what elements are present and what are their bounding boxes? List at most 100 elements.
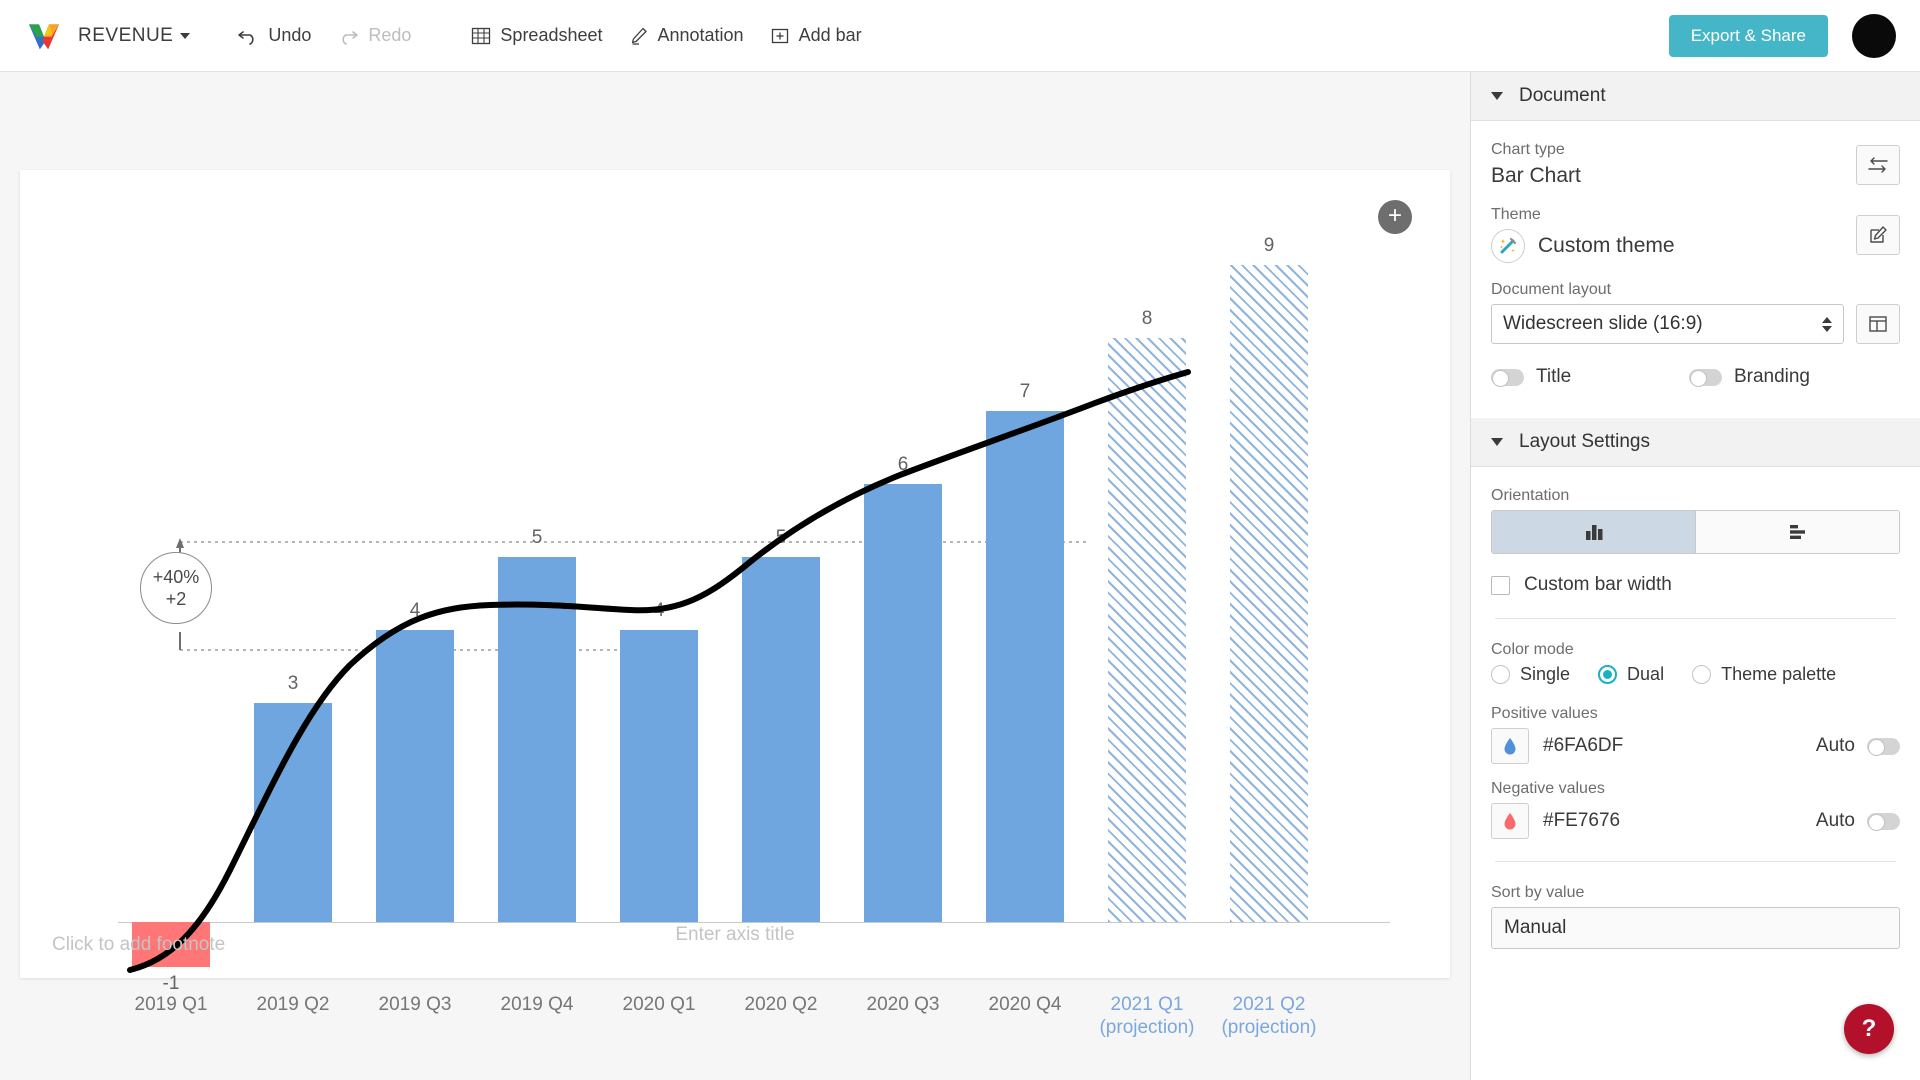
bar-3[interactable] [498, 557, 576, 922]
positive-values-label: Positive values [1491, 705, 1900, 723]
undo-button[interactable]: Undo [224, 19, 324, 52]
x-axis-label-8[interactable]: 2021 Q1(projection) [1087, 994, 1207, 1040]
theme-value: Custom theme [1538, 234, 1675, 258]
bar-value-label-3: 5 [498, 527, 576, 549]
bar-value-label-7: 7 [986, 381, 1064, 403]
document-layout-label: Document layout [1491, 281, 1900, 299]
document-layout-select[interactable]: Widescreen slide (16:9) [1491, 304, 1844, 344]
add-bar-label: Add bar [799, 25, 862, 46]
x-axis-label-line: 2020 Q1 [599, 994, 719, 1017]
edit-square-icon [1867, 224, 1889, 246]
edit-theme-button[interactable] [1856, 215, 1900, 255]
document-title-text: REVENUE [78, 25, 173, 47]
stepper-arrows-icon [1822, 317, 1832, 332]
custom-bar-width-label: Custom bar width [1524, 574, 1672, 596]
bar-value-label-0: -1 [132, 973, 210, 995]
vizzlo-v-logo [24, 16, 64, 56]
theme-label: Theme [1491, 206, 1675, 224]
swap-arrows-icon[interactable] [1856, 145, 1900, 185]
swap-arrows-glyph [1866, 155, 1890, 175]
positive-color-hex: #6FA6DF [1543, 735, 1623, 757]
x-axis-label-3[interactable]: 2019 Q4 [477, 994, 597, 1017]
bar-1[interactable] [254, 703, 332, 922]
color-mode-option-dual[interactable] [1598, 665, 1617, 684]
chart-type-value: Bar Chart [1491, 164, 1581, 188]
x-axis-label-7[interactable]: 2020 Q4 [965, 994, 1085, 1017]
x-axis-label-line: 2019 Q3 [355, 994, 475, 1017]
avatar[interactable] [1852, 14, 1896, 58]
negative-auto-toggle[interactable] [1867, 813, 1900, 830]
bar-value-label-6: 6 [864, 454, 942, 476]
annotation-label: Annotation [658, 25, 744, 46]
horizontal-bars-icon [1785, 521, 1811, 543]
section-header-layout-settings[interactable]: Layout Settings [1471, 418, 1920, 467]
document-section-body: Chart type Bar Chart Theme [1471, 121, 1920, 418]
title-toggle[interactable] [1491, 369, 1524, 386]
chart-type-label: Chart type [1491, 141, 1581, 159]
droplet-icon-negative [1502, 811, 1518, 831]
spreadsheet-button[interactable]: Spreadsheet [458, 19, 615, 52]
document-layout-group: Document layout Widescreen slide (16:9) [1491, 281, 1900, 344]
bar-6[interactable] [864, 484, 942, 922]
document-title-menu[interactable]: REVENUE [78, 25, 190, 47]
undo-icon [237, 26, 259, 46]
bar-4[interactable] [620, 630, 698, 922]
add-bar-button[interactable]: Add bar [757, 19, 875, 52]
x-axis-label-5[interactable]: 2020 Q2 [721, 994, 841, 1017]
bar-5[interactable] [742, 557, 820, 922]
vertical-bars-icon [1581, 521, 1607, 543]
x-axis-label-line: 2019 Q1 [111, 994, 231, 1017]
help-button[interactable]: ? [1844, 1004, 1894, 1054]
positive-color-swatch-button[interactable] [1491, 728, 1529, 764]
x-axis-label-4[interactable]: 2020 Q1 [599, 994, 719, 1017]
branding-toggle[interactable] [1689, 369, 1722, 386]
bar-value-label-8: 8 [1108, 308, 1186, 330]
orientation-label: Orientation [1491, 487, 1900, 505]
droplet-icon-positive [1502, 736, 1518, 756]
redo-label: Redo [368, 25, 411, 46]
positive-values-row: #6FA6DF Auto [1491, 728, 1900, 764]
redo-button[interactable]: Redo [324, 19, 424, 52]
x-axis-label-line: 2019 Q4 [477, 994, 597, 1017]
color-mode-option-theme-palette[interactable] [1692, 665, 1711, 684]
x-axis-label-6[interactable]: 2020 Q3 [843, 994, 963, 1017]
custom-bar-width-checkbox[interactable] [1491, 576, 1510, 595]
chart-canvas[interactable]: + +40% +2 -1345456789 [20, 170, 1450, 978]
section-header-document[interactable]: Document [1471, 72, 1920, 121]
workspace: + +40% +2 -1345456789 [0, 72, 1470, 1080]
x-axis-label-0[interactable]: 2019 Q1 [111, 994, 231, 1017]
x-axis-label-9[interactable]: 2021 Q2(projection) [1209, 994, 1329, 1040]
bar-7[interactable] [986, 411, 1064, 922]
sort-by-value-input[interactable] [1491, 907, 1900, 949]
export-share-button[interactable]: Export & Share [1669, 15, 1828, 57]
chart-type-group: Chart type Bar Chart [1491, 141, 1581, 188]
document-layout-value: Widescreen slide (16:9) [1503, 313, 1703, 335]
branding-toggle-group: Branding [1689, 366, 1810, 388]
bar-8[interactable] [1108, 338, 1186, 922]
x-axis-label-line: 2021 Q2 [1209, 994, 1329, 1017]
negative-color-hex: #FE7676 [1543, 810, 1620, 832]
bar-9[interactable] [1230, 265, 1308, 922]
negative-color-swatch-button[interactable] [1491, 803, 1529, 839]
bar-2[interactable] [376, 630, 454, 922]
negative-values-label: Negative values [1491, 780, 1900, 798]
annotation-button[interactable]: Annotation [616, 19, 757, 52]
pencil-icon [629, 26, 649, 46]
orientation-vertical-option[interactable] [1492, 511, 1695, 553]
positive-auto-group: Auto [1816, 735, 1900, 757]
positive-auto-toggle[interactable] [1867, 738, 1900, 755]
x-axis-label-1[interactable]: 2019 Q2 [233, 994, 353, 1017]
axis-title-placeholder[interactable]: Enter axis title [20, 924, 1450, 946]
x-axis-label-line: 2019 Q2 [233, 994, 353, 1017]
color-mode-option-single[interactable] [1491, 665, 1510, 684]
page-layout-button[interactable] [1856, 304, 1900, 344]
negative-values-row: #FE7676 Auto [1491, 803, 1900, 839]
orientation-horizontal-option[interactable] [1695, 511, 1899, 553]
magic-wand-icon[interactable] [1491, 229, 1525, 263]
sort-by-value-label: Sort by value [1491, 884, 1900, 902]
bar-value-label-5: 5 [742, 527, 820, 549]
section-title-document: Document [1519, 85, 1606, 107]
x-axis-label-2[interactable]: 2019 Q3 [355, 994, 475, 1017]
growth-annotation-bubble[interactable]: +40% +2 [140, 552, 212, 624]
growth-percent: +40% [153, 566, 200, 589]
